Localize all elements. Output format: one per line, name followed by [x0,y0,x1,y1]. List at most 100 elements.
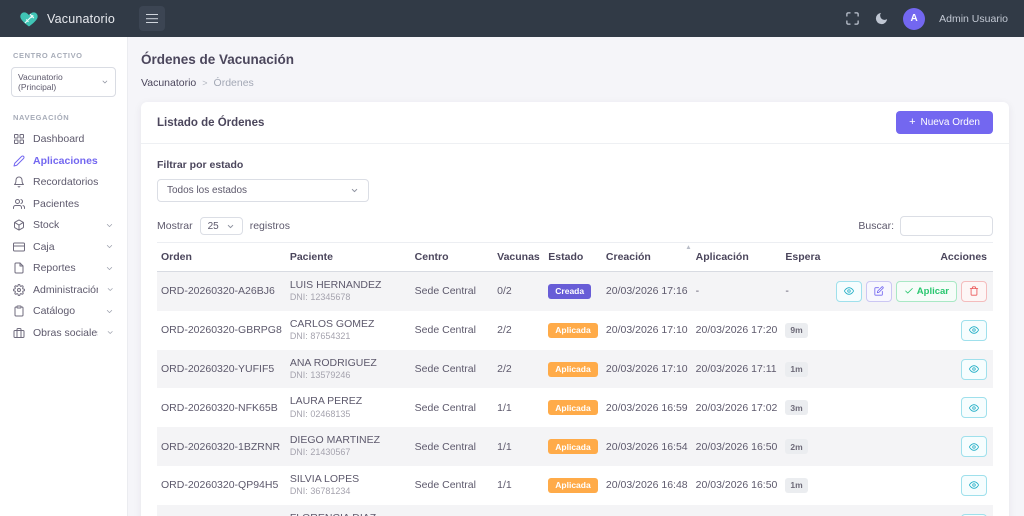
sidebar-item-catalogo[interactable]: Catálogo [9,301,118,321]
eye-icon [969,480,979,490]
search-control: Buscar: [858,216,993,236]
active-center-select[interactable]: Vacunatorio (Principal) [11,67,116,97]
status-filter-value: Todos los estados [167,185,247,196]
column-header-label: Orden [161,251,192,263]
sidebar-item-label: Stock [33,219,59,231]
column-header-acciones[interactable]: Acciones [828,243,993,272]
sidebar-toggle-button[interactable] [139,6,165,31]
sidebar-item-caja[interactable]: Caja [9,237,118,257]
eye-icon [969,403,979,413]
patient-cell: LAURA PEREZDNI: 02468135 [286,388,411,427]
wait-badge: 1m [785,478,807,493]
grid-icon [13,133,25,145]
breadcrumb-home[interactable]: Vacunatorio [141,77,196,89]
box-icon [13,219,25,231]
brand-name: Vacunatorio [47,12,115,26]
patient-dni: DNI: 12345678 [290,292,407,304]
view-order-button[interactable] [961,475,987,496]
column-header-paciente[interactable]: Paciente [286,243,411,272]
applied-at-cell: 20/03/2026 16:50 [692,466,782,505]
status-filter-select[interactable]: Todos los estados [157,179,369,202]
status-badge: Aplicada [548,362,597,377]
app-logo[interactable]: Vacunatorio [18,9,130,29]
sidebar: CENTRO ACTIVO Vacunatorio (Principal) NA… [0,37,128,516]
sidebar-item-stock[interactable]: Stock [9,215,118,235]
sidebar-item-reportes[interactable]: Reportes [9,258,118,278]
column-header-label: Paciente [290,251,333,263]
edit-order-button[interactable] [866,281,892,302]
column-header-label: Aplicación [696,251,749,263]
credit-card-icon [13,241,25,253]
column-header-creacion[interactable]: Creación▲ [602,243,692,272]
wait-cell: 9m [781,311,827,350]
view-order-button[interactable] [836,281,862,302]
orders-card: Listado de Órdenes + Nueva Orden Filtrar… [141,102,1009,516]
sidebar-item-label: Pacientes [33,198,79,210]
created-at-cell: 20/03/2026 16:46 [602,505,692,516]
order-id-cell: ORD-20260320-R7UDBL [157,505,286,516]
sidebar-item-administracion[interactable]: Administración [9,280,118,300]
fullscreen-icon[interactable] [845,11,860,26]
filter-label: Filtrar por estado [157,159,993,171]
page-size-select[interactable]: 25 [200,217,243,235]
created-at-cell: 20/03/2026 16:59 [602,388,692,427]
file-icon [13,262,25,274]
view-order-button[interactable] [961,320,987,341]
sidebar-item-recordatorios[interactable]: Recordatorios [9,172,118,192]
column-header-vacunas[interactable]: Vacunas [493,243,544,272]
order-id-cell: ORD-20260320-NFK65B [157,388,286,427]
patient-name: SILVIA LOPES [290,473,407,486]
centro-activo-label: CENTRO ACTIVO [13,51,114,60]
card-body: Filtrar por estado Todos los estados Mos… [141,144,1009,516]
apply-order-button[interactable]: Aplicar [896,281,957,302]
patient-cell: FLORENCIA DIAZDNI: 98765432 [286,505,411,516]
show-label: Mostrar [157,220,193,232]
status-badge: Aplicada [548,439,597,454]
delete-order-button[interactable] [961,281,987,302]
created-at-cell: 20/03/2026 17:10 [602,350,692,389]
center-cell: Sede Central [411,388,493,427]
wait-badge: 9m [785,323,807,338]
vaccines-cell: 2/2 [493,350,544,389]
sidebar-item-label: Catálogo [33,305,75,317]
status-badge: Aplicada [548,323,597,338]
sidebar-item-aplicaciones[interactable]: Aplicaciones [9,151,118,171]
actions-cell [828,427,993,466]
column-header-label: Acciones [940,251,987,263]
wait-badge: 3m [785,400,807,415]
sidebar-item-label: Aplicaciones [33,155,98,167]
created-at-cell: 20/03/2026 16:48 [602,466,692,505]
column-header-espera[interactable]: Espera [781,243,827,272]
user-avatar[interactable]: A [903,8,925,30]
view-order-button[interactable] [961,359,987,380]
gear-icon [13,284,25,296]
table-row: ORD-20260320-R7UDBLFLORENCIA DIAZDNI: 98… [157,505,993,516]
column-header-estado[interactable]: Estado [544,243,602,272]
column-header-centro[interactable]: Centro [411,243,493,272]
eye-icon [969,364,979,374]
applied-at-cell: 20/03/2026 17:02 [692,388,782,427]
view-order-button[interactable] [961,397,987,418]
new-order-button[interactable]: + Nueva Orden [896,111,993,134]
column-header-label: Centro [415,251,449,263]
search-input[interactable] [900,216,993,236]
table-row: ORD-20260320-A26BJ6LUIS HERNANDEZDNI: 12… [157,272,993,311]
view-order-button[interactable] [961,436,987,457]
actions-cell [828,466,993,505]
dark-mode-moon-icon[interactable] [874,11,889,26]
center-cell: Sede Central [411,350,493,389]
column-header-label: Creación [606,251,651,263]
main-content: Órdenes de Vacunación Vacunatorio > Órde… [128,37,1024,516]
created-at-cell: 20/03/2026 17:16 [602,272,692,311]
status-badge: Aplicada [548,478,597,493]
created-at-cell: 20/03/2026 16:54 [602,427,692,466]
column-header-orden[interactable]: Orden [157,243,286,272]
wait-badge: 2m [785,439,807,454]
sidebar-nav: Dashboard Aplicaciones Recordatorios Pacien… [9,129,118,343]
column-header-aplicacion[interactable]: Aplicación [692,243,782,272]
sidebar-item-pacientes[interactable]: Pacientes [9,194,118,214]
sidebar-item-obras-sociales[interactable]: Obras sociales [9,323,118,343]
sidebar-item-dashboard[interactable]: Dashboard [9,129,118,149]
applied-at-cell: - [692,272,782,311]
status-cell: Aplicada [544,505,602,516]
